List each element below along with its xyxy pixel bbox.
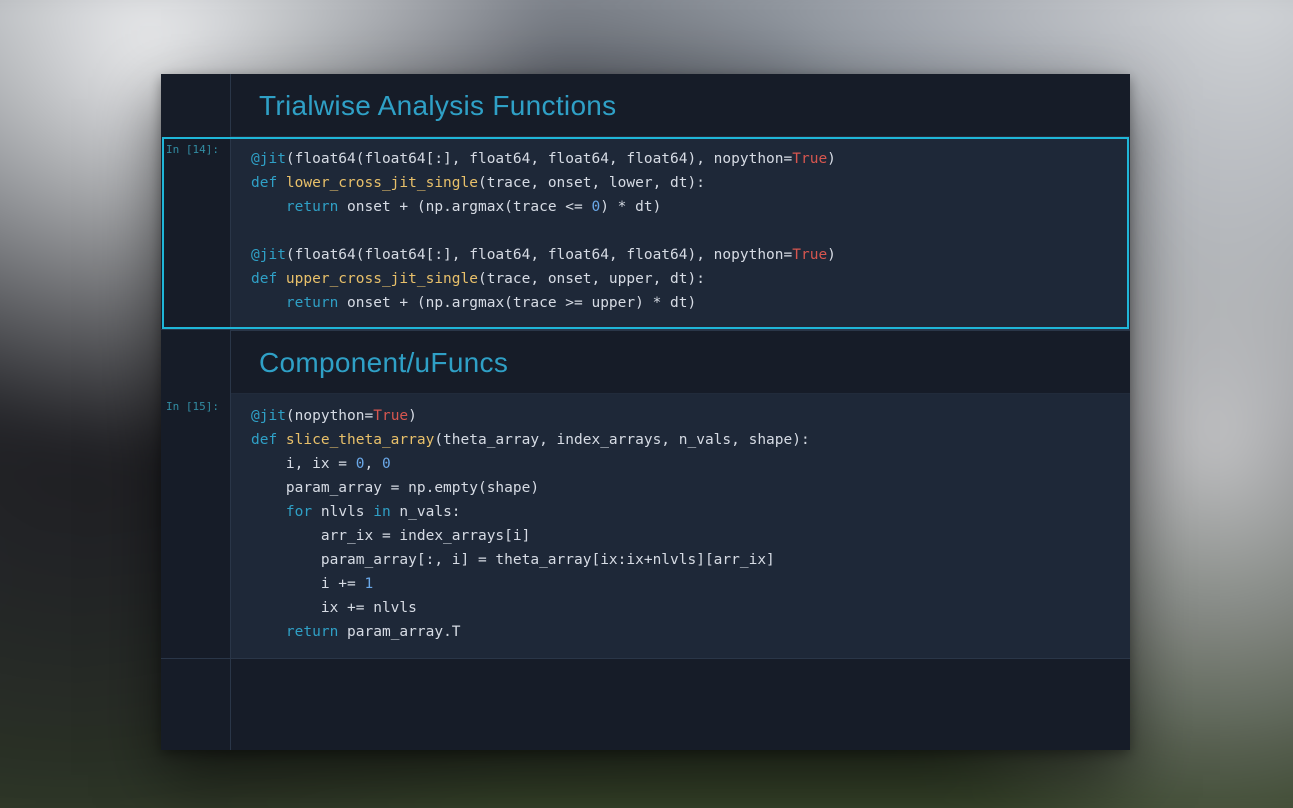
notebook-content: Trialwise Analysis Functions In [14]: @j… xyxy=(161,74,1130,659)
input-prompt: In [14]: xyxy=(161,143,223,156)
notebook-body: Trialwise Analysis Functions In [14]: @j… xyxy=(161,74,1130,750)
code-text[interactable]: @jit(float64(float64[:], float64, float6… xyxy=(251,147,1110,315)
code-text[interactable]: @jit(nopython=True) def slice_theta_arra… xyxy=(251,404,1110,644)
markdown-cell[interactable]: Component/uFuncs xyxy=(231,330,1130,394)
code-cell[interactable]: In [14]: @jit(float64(float64[:], float6… xyxy=(161,137,1130,330)
section-heading: Trialwise Analysis Functions xyxy=(259,90,1102,122)
notebook-window: Trialwise Analysis Functions In [14]: @j… xyxy=(161,74,1130,750)
input-prompt: In [15]: xyxy=(161,400,223,413)
code-input-area[interactable]: @jit(float64(float64[:], float64, float6… xyxy=(231,137,1130,329)
code-cell[interactable]: In [15]: @jit(nopython=True) def slice_t… xyxy=(161,394,1130,659)
code-input-area[interactable]: @jit(nopython=True) def slice_theta_arra… xyxy=(231,394,1130,658)
section-heading: Component/uFuncs xyxy=(259,347,1102,379)
markdown-cell[interactable]: Trialwise Analysis Functions xyxy=(231,74,1130,137)
